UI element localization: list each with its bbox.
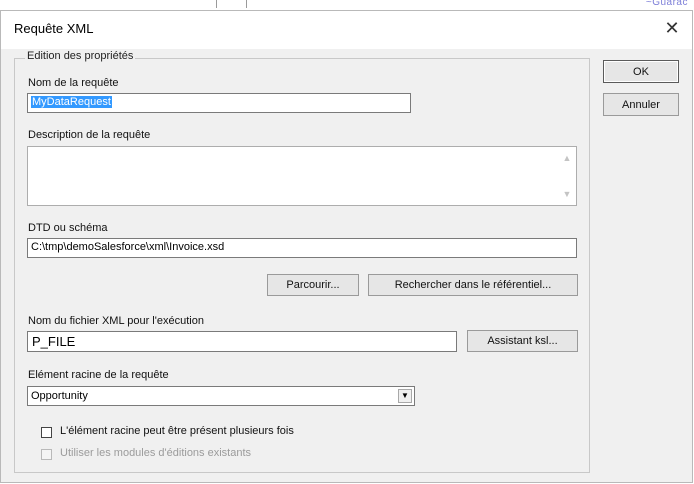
- request-name-input[interactable]: MyDataRequest: [27, 93, 411, 113]
- schema-input[interactable]: C:\tmp\demoSalesforce\xml\Invoice.xsd: [27, 238, 577, 258]
- root-element-select[interactable]: Opportunity ▼: [27, 386, 415, 406]
- title-bar: Requête XML ✕: [1, 11, 692, 49]
- properties-group-legend: Edition des propriétés: [25, 50, 136, 62]
- request-name-value: MyDataRequest: [31, 96, 112, 108]
- xml-file-value: P_FILE: [32, 334, 76, 349]
- xsl-wizard-button[interactable]: Assistant ksl...: [467, 330, 578, 352]
- multiple-root-checkbox[interactable]: [41, 427, 52, 438]
- description-label: Description de la requête: [28, 129, 151, 141]
- chevron-down-icon[interactable]: ▼: [398, 389, 412, 403]
- schema-label: DTD ou schéma: [28, 222, 108, 234]
- search-repository-button[interactable]: Rechercher dans le référentiel...: [368, 274, 578, 296]
- ok-button[interactable]: OK: [603, 60, 679, 83]
- description-scrollbar[interactable]: ▲ ▼: [558, 147, 576, 205]
- multiple-root-label: L'élément racine peut être présent plusi…: [60, 425, 294, 437]
- background-divider: [246, 0, 247, 8]
- background-strip: ~Guarac: [0, 0, 694, 10]
- close-icon[interactable]: ✕: [660, 16, 684, 40]
- root-element-label: Elément racine de la requête: [28, 369, 169, 381]
- dialog-title: Requête XML: [14, 21, 94, 36]
- root-element-value: Opportunity: [31, 390, 88, 402]
- xml-request-dialog: Requête XML ✕ Edition des propriétés Nom…: [0, 10, 693, 483]
- existing-modules-checkbox[interactable]: [41, 449, 52, 460]
- xml-file-label: Nom du fichier XML pour l'exécution: [28, 315, 204, 327]
- xml-file-input[interactable]: P_FILE: [27, 331, 457, 352]
- cancel-button[interactable]: Annuler: [603, 93, 679, 116]
- request-name-label: Nom de la requête: [28, 77, 119, 89]
- browse-button[interactable]: Parcourir...: [267, 274, 359, 296]
- scroll-up-icon[interactable]: ▲: [558, 150, 576, 166]
- background-overflow-text: ~Guarac: [645, 0, 688, 8]
- description-textarea[interactable]: ▲ ▼: [27, 146, 577, 206]
- background-divider: [216, 0, 217, 8]
- scroll-down-icon[interactable]: ▼: [558, 186, 576, 202]
- schema-value: C:\tmp\demoSalesforce\xml\Invoice.xsd: [31, 241, 225, 253]
- existing-modules-label: Utiliser les modules d'éditions existant…: [60, 447, 252, 459]
- properties-groupbox: [14, 58, 590, 473]
